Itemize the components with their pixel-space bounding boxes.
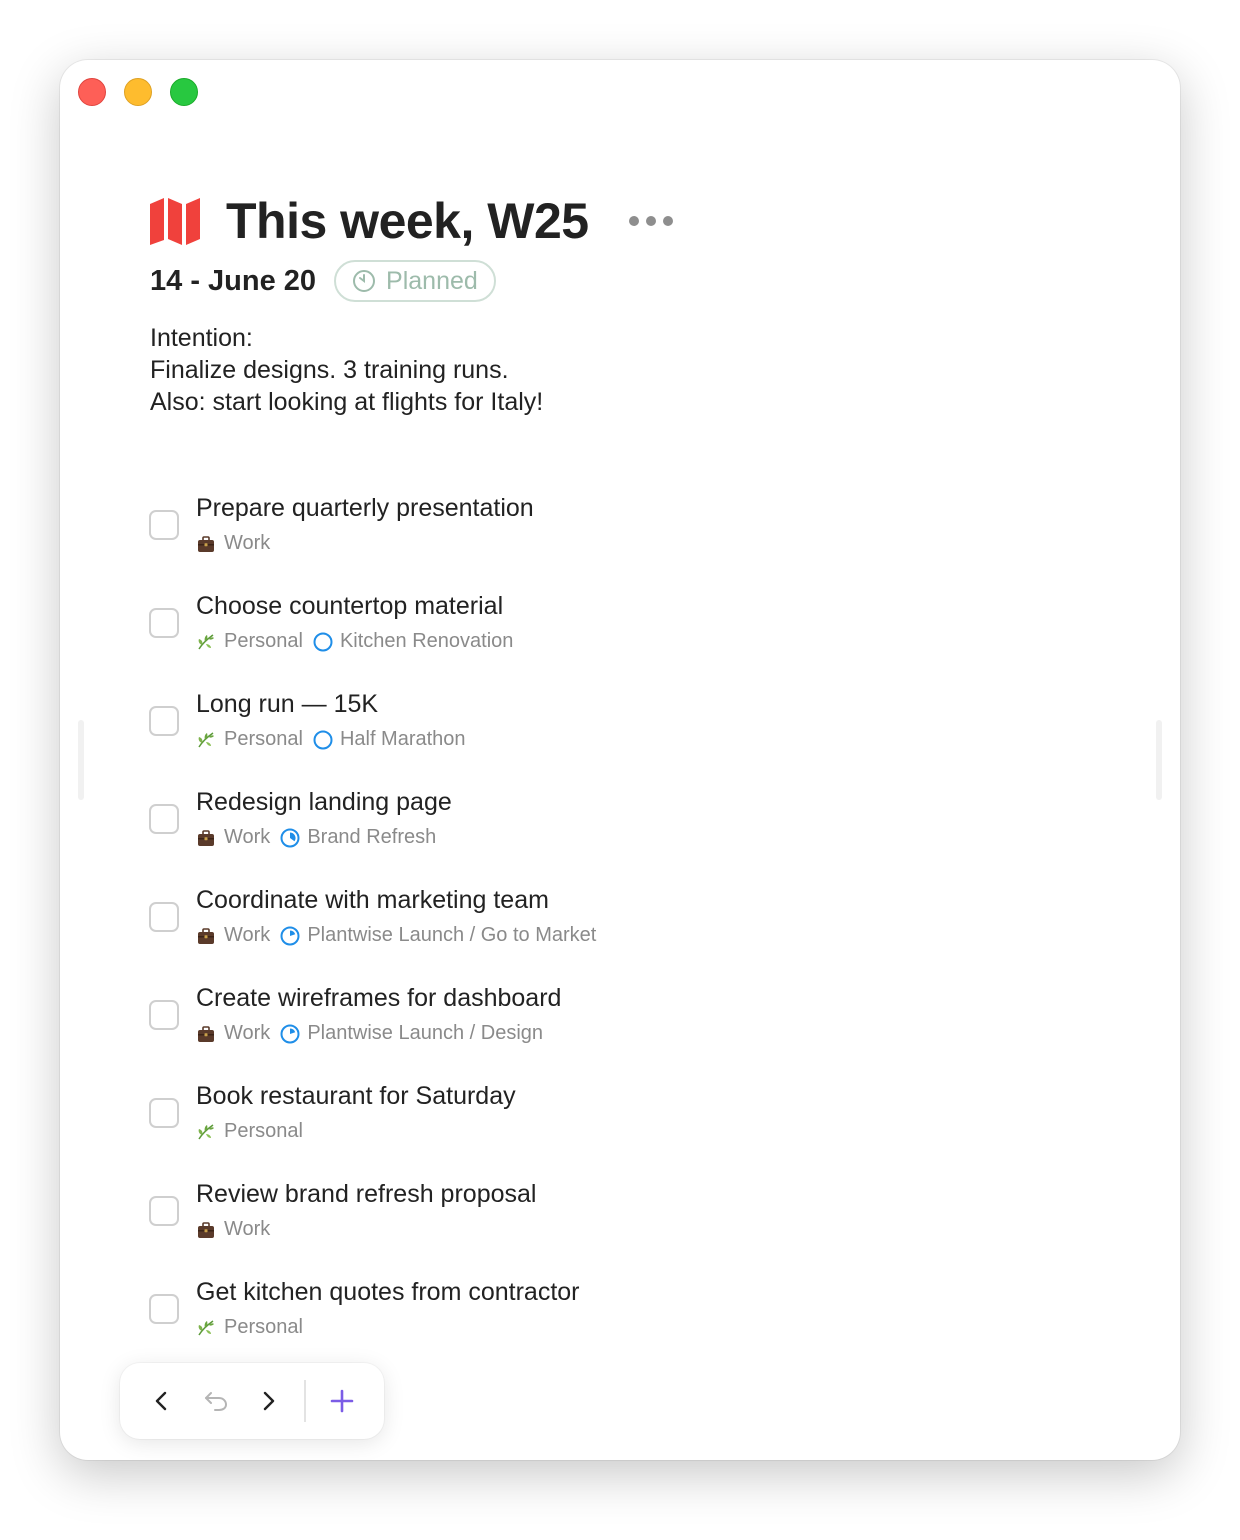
task-area-label: Work xyxy=(224,1218,271,1240)
intention-line: Intention: xyxy=(150,324,253,352)
leaf-icon xyxy=(196,730,216,750)
chevron-left-icon xyxy=(155,1391,167,1411)
project-progress-icon xyxy=(280,926,300,946)
task-checkbox[interactable] xyxy=(149,1098,179,1128)
task-meta: Personal Half Marathon xyxy=(196,728,466,751)
task-row[interactable]: Review brand refresh proposal Work xyxy=(148,1178,1048,1276)
task-row[interactable]: Get kitchen quotes from contractor Person… xyxy=(148,1276,1048,1374)
task-project-label: Brand Refresh xyxy=(307,826,437,848)
task-row[interactable]: Choose countertop material Personal Kitche… xyxy=(148,590,1048,688)
task-row[interactable]: Book restaurant for Saturday Personal xyxy=(148,1080,1048,1178)
more-options-icon[interactable] xyxy=(628,216,673,226)
back-button[interactable] xyxy=(142,1381,182,1421)
right-scroll-indicator[interactable] xyxy=(1156,720,1162,800)
task-title[interactable]: Book restaurant for Saturday xyxy=(196,1082,516,1111)
task-meta: Work xyxy=(196,1218,270,1241)
task-title[interactable]: Prepare quarterly presentation xyxy=(196,494,534,523)
add-task-button[interactable] xyxy=(322,1381,362,1421)
task-title[interactable]: Create wireframes for dashboard xyxy=(196,984,561,1013)
window-controls xyxy=(78,78,198,106)
task-row[interactable]: Long run — 15K Personal Half Marathon xyxy=(148,688,1048,786)
task-title[interactable]: Get kitchen quotes from contractor xyxy=(196,1278,580,1307)
task-title[interactable]: Choose countertop material xyxy=(196,592,503,621)
task-project-label: Plantwise Launch / Go to Market xyxy=(307,924,597,946)
task-area-label: Work xyxy=(224,826,271,848)
task-area-label: Personal xyxy=(224,728,303,750)
clock-icon xyxy=(353,270,376,292)
briefcase-icon xyxy=(196,534,216,554)
bottom-toolbar xyxy=(120,1363,384,1439)
task-title[interactable]: Review brand refresh proposal xyxy=(196,1180,536,1209)
briefcase-icon xyxy=(196,828,216,848)
task-meta: Work xyxy=(196,532,270,555)
task-project-label: Kitchen Renovation xyxy=(339,630,514,652)
project-progress-icon xyxy=(313,632,333,652)
date-range: 14 - June 20 xyxy=(150,264,317,297)
task-project-label: Half Marathon xyxy=(339,728,466,750)
zoom-window-button[interactable] xyxy=(170,78,198,106)
task-checkbox[interactable] xyxy=(149,1000,179,1030)
briefcase-icon xyxy=(196,926,216,946)
task-row[interactable]: Create wireframes for dashboard Work Plant… xyxy=(148,982,1048,1080)
task-title[interactable]: Coordinate with marketing team xyxy=(196,886,549,915)
task-area-label: Work xyxy=(224,924,271,946)
project-progress-icon xyxy=(313,730,333,750)
intention-line: Also: start looking at flights for Italy… xyxy=(150,388,544,416)
leaf-icon xyxy=(196,1122,216,1142)
task-meta: Personal xyxy=(196,1316,303,1339)
task-checkbox[interactable] xyxy=(149,510,179,540)
task-row[interactable]: Coordinate with marketing team Work Plantw… xyxy=(148,884,1048,982)
plus-icon xyxy=(330,1389,354,1413)
task-area-label: Personal xyxy=(224,1316,303,1338)
task-checkbox[interactable] xyxy=(149,804,179,834)
intention-line: Finalize designs. 3 training runs. xyxy=(150,356,509,384)
undo-icon xyxy=(205,1392,228,1411)
briefcase-icon xyxy=(196,1220,216,1240)
leaf-icon xyxy=(196,1318,216,1338)
leaf-icon xyxy=(196,632,216,652)
date-row: 14 - June 20 Planned xyxy=(150,260,496,302)
task-row[interactable]: Prepare quarterly presentation Work xyxy=(148,492,1048,590)
minimize-window-button[interactable] xyxy=(124,78,152,106)
task-checkbox[interactable] xyxy=(149,1196,179,1226)
left-scroll-indicator xyxy=(78,720,84,800)
task-title[interactable]: Redesign landing page xyxy=(196,788,452,817)
task-meta: Work Plantwise Launch / Go to Market xyxy=(196,924,596,947)
task-list: Prepare quarterly presentation Work Choose… xyxy=(148,492,1048,1374)
task-area-label: Work xyxy=(224,1022,271,1044)
project-progress-icon xyxy=(280,1024,300,1044)
project-progress-icon xyxy=(280,828,300,848)
forward-button[interactable] xyxy=(248,1381,288,1421)
task-meta: Personal Kitchen Renovation xyxy=(196,630,513,653)
page-header: This week, W25 xyxy=(148,192,673,250)
intention-notes[interactable]: Intention: Finalize designs. 3 training … xyxy=(150,322,543,418)
task-title[interactable]: Long run — 15K xyxy=(196,690,378,719)
status-label: Planned xyxy=(386,266,478,295)
task-project-label: Plantwise Launch / Design xyxy=(307,1022,544,1044)
task-checkbox[interactable] xyxy=(149,902,179,932)
briefcase-icon xyxy=(196,1024,216,1044)
task-checkbox[interactable] xyxy=(149,1294,179,1324)
task-area-label: Personal xyxy=(224,1120,303,1142)
task-row[interactable]: Redesign landing page Work Brand Refresh xyxy=(148,786,1048,884)
undo-button[interactable] xyxy=(196,1381,236,1421)
status-badge[interactable]: Planned xyxy=(334,260,496,302)
chevron-right-icon xyxy=(263,1391,275,1411)
task-area-label: Personal xyxy=(224,630,303,652)
map-icon xyxy=(150,198,200,245)
toolbar-divider xyxy=(304,1380,306,1422)
task-area-label: Work xyxy=(224,532,271,554)
close-window-button[interactable] xyxy=(78,78,106,106)
task-meta: Work Plantwise Launch / Design xyxy=(196,1022,543,1045)
page-title: This week, W25 xyxy=(226,193,589,249)
task-meta: Personal xyxy=(196,1120,303,1143)
task-meta: Work Brand Refresh xyxy=(196,826,436,849)
task-checkbox[interactable] xyxy=(149,706,179,736)
task-checkbox[interactable] xyxy=(149,608,179,638)
app-window: This week, W25 14 - June 20 Planned Inte… xyxy=(60,60,1180,1460)
